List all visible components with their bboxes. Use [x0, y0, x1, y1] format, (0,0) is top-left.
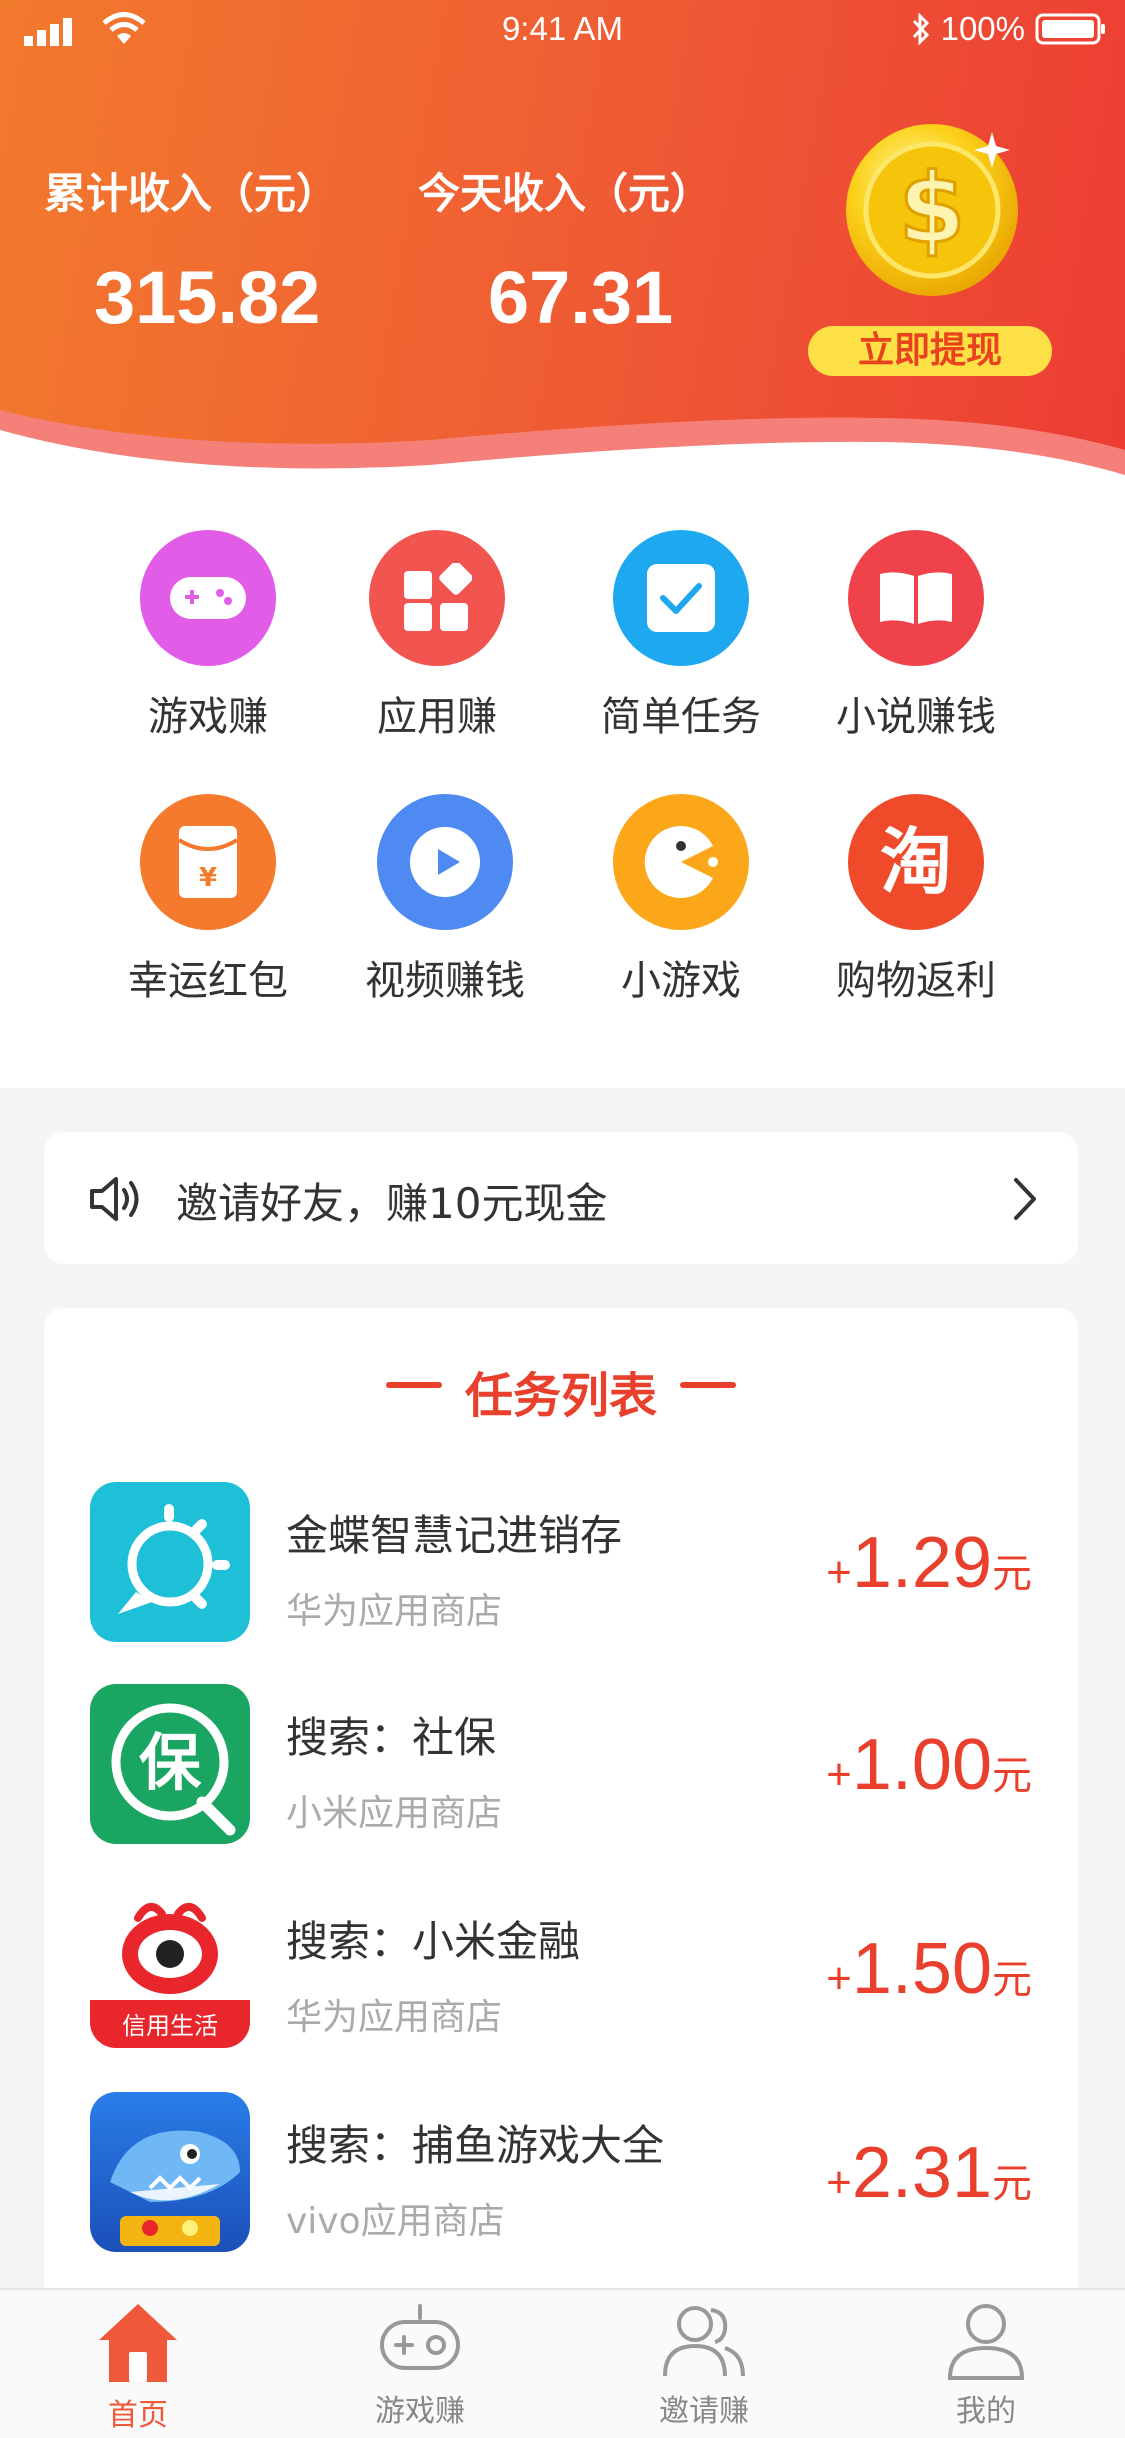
task-source: 华为应用商店 [286, 1997, 503, 2038]
grid-item-video-earn[interactable]: 视频赚钱 [330, 794, 560, 1006]
reward-amount: 2.31 [851, 2133, 992, 2213]
reward-unit: 元 [992, 2161, 1032, 2207]
grid-item-app-earn[interactable]: 应用赚 [322, 530, 552, 742]
grid-label: 小说赚钱 [836, 694, 996, 740]
book-icon [848, 530, 984, 666]
taobao-icon: 淘 [848, 794, 984, 930]
task-row[interactable]: 保 搜索：社保 小米应用商店 +1.00元 [44, 1684, 1078, 1854]
task-reward: +1.29元 [826, 1522, 1032, 1604]
status-right: 100% [911, 10, 1107, 48]
tab-invite-earn[interactable]: 邀请赚 [604, 2300, 804, 2430]
task-source: 华为应用商店 [286, 1591, 503, 1632]
battery-percent: 100% [940, 10, 1025, 47]
task-row[interactable]: 金蝶智慧记进销存 华为应用商店 +1.29元 [44, 1482, 1078, 1652]
grid-item-mini-game[interactable]: 小游戏 [566, 794, 796, 1006]
grid-label: 购物返利 [836, 958, 996, 1004]
home-icon [99, 2304, 177, 2382]
users-icon [663, 2306, 745, 2377]
feature-grid: 游戏赚 应用赚 简单任务 小说赚钱 ¥ 幸运红包 视频赚钱 小游戏 淘 购物返利 [0, 490, 1125, 1088]
grid-item-game-earn[interactable]: 游戏赚 [93, 530, 323, 742]
today-income-label: 今天收入（元） [418, 169, 713, 218]
task-source: 小米应用商店 [286, 1793, 503, 1834]
gold-coin-icon: $ [846, 124, 1018, 296]
task-name: 搜索：社保 [286, 1713, 497, 1762]
svg-text:¥: ¥ [199, 863, 217, 893]
user-icon [947, 2304, 1025, 2380]
reward-amount: 1.29 [851, 1523, 992, 1603]
reward-unit: 元 [992, 1957, 1032, 2003]
reward-plus: + [826, 2158, 852, 2207]
svg-text:$: $ [899, 153, 966, 265]
task-name: 搜索：捕鱼游戏大全 [286, 2121, 665, 2170]
tab-home[interactable]: 首页 [38, 2300, 238, 2434]
grid-item-lucky-envelope[interactable]: ¥ 幸运红包 [93, 794, 323, 1006]
app-icon-jindie [90, 1482, 250, 1642]
reward-plus: + [826, 1750, 852, 1799]
task-row[interactable]: 搜索：捕鱼游戏大全 vivo应用商店 +2.31元 [44, 2092, 1078, 2262]
grid-item-simple-task[interactable]: 简单任务 [566, 530, 796, 742]
apps-icon [369, 530, 505, 666]
tab-label: 我的 [956, 2394, 1016, 2429]
app-icon-xinyong: 信用生活 [90, 1888, 250, 2048]
pacman-icon [613, 794, 749, 930]
task-source: vivo应用商店 [286, 2201, 505, 2242]
chevron-right-icon [1014, 1178, 1036, 1220]
play-icon [377, 794, 513, 930]
reward-amount: 1.50 [851, 1929, 992, 2009]
earnings-header: 9:41 AM 100% 累计收入（元） 315.82 今天收入（元） 67.3… [0, 0, 1125, 490]
header-wave [0, 410, 1125, 490]
task-row[interactable]: 信用生活 搜索：小米金融 华为应用商店 +1.50元 [44, 1888, 1078, 2058]
total-income-value: 315.82 [94, 256, 321, 339]
app-badge-text: 信用生活 [122, 2012, 218, 2040]
tab-label: 首页 [108, 2398, 168, 2433]
grid-label: 小游戏 [621, 958, 741, 1004]
reward-unit: 元 [992, 1551, 1032, 1597]
grid-item-novel-earn[interactable]: 小说赚钱 [801, 530, 1031, 742]
red-envelope-icon: ¥ [140, 794, 276, 930]
grid-label: 视频赚钱 [365, 958, 525, 1004]
grid-label: 应用赚 [377, 694, 497, 740]
invite-banner[interactable]: 邀请好友，赚10元现金 [44, 1132, 1078, 1264]
grid-label: 幸运红包 [128, 958, 288, 1004]
tab-label: 邀请赚 [659, 2394, 749, 2429]
tab-game-earn[interactable]: 游戏赚 [320, 2300, 520, 2430]
reward-unit: 元 [992, 1753, 1032, 1799]
total-income-label: 累计收入（元） [44, 169, 339, 218]
reward-plus: + [826, 1548, 852, 1597]
task-list: 任务列表 金蝶智慧记进销存 华为应用商店 +1.29元 保 搜索：社保 小米应用… [44, 1308, 1078, 2308]
withdraw-button[interactable]: 立即提现 [808, 326, 1052, 376]
bluetooth-icon [912, 13, 929, 45]
task-reward: +1.50元 [826, 1928, 1032, 2010]
task-name: 搜索：小米金融 [286, 1917, 581, 1966]
gamepad-outline-icon [380, 2304, 460, 2370]
speaker-icon [90, 1177, 139, 1221]
grid-item-shopping-rebate[interactable]: 淘 购物返利 [801, 794, 1031, 1006]
invite-text: 邀请好友，赚10元现金 [176, 1179, 608, 1228]
tab-mine[interactable]: 我的 [886, 2300, 1086, 2430]
reward-plus: + [826, 1954, 852, 2003]
task-reward: +1.00元 [826, 1724, 1032, 1806]
task-list-title: 任务列表 [464, 1368, 657, 1424]
task-name: 金蝶智慧记进销存 [286, 1511, 623, 1560]
gamepad-icon [140, 530, 276, 666]
grid-label: 简单任务 [601, 694, 761, 740]
tab-label: 游戏赚 [375, 2394, 465, 2429]
title-dash-right [680, 1382, 736, 1388]
task-reward: +2.31元 [826, 2132, 1032, 2214]
status-bar: 9:41 AM 100% [0, 0, 1125, 64]
battery-icon [1035, 13, 1105, 45]
app-icon-fishing [90, 2092, 250, 2252]
grid-label: 游戏赚 [148, 694, 268, 740]
svg-text:保: 保 [139, 1726, 202, 1799]
today-income-value: 67.31 [488, 256, 674, 339]
reward-amount: 1.00 [851, 1725, 992, 1805]
checkbox-icon [613, 530, 749, 666]
app-icon-shebao: 保 [90, 1684, 250, 1844]
bottom-tab-bar: 首页 游戏赚 邀请赚 我的 [0, 2288, 1125, 2438]
